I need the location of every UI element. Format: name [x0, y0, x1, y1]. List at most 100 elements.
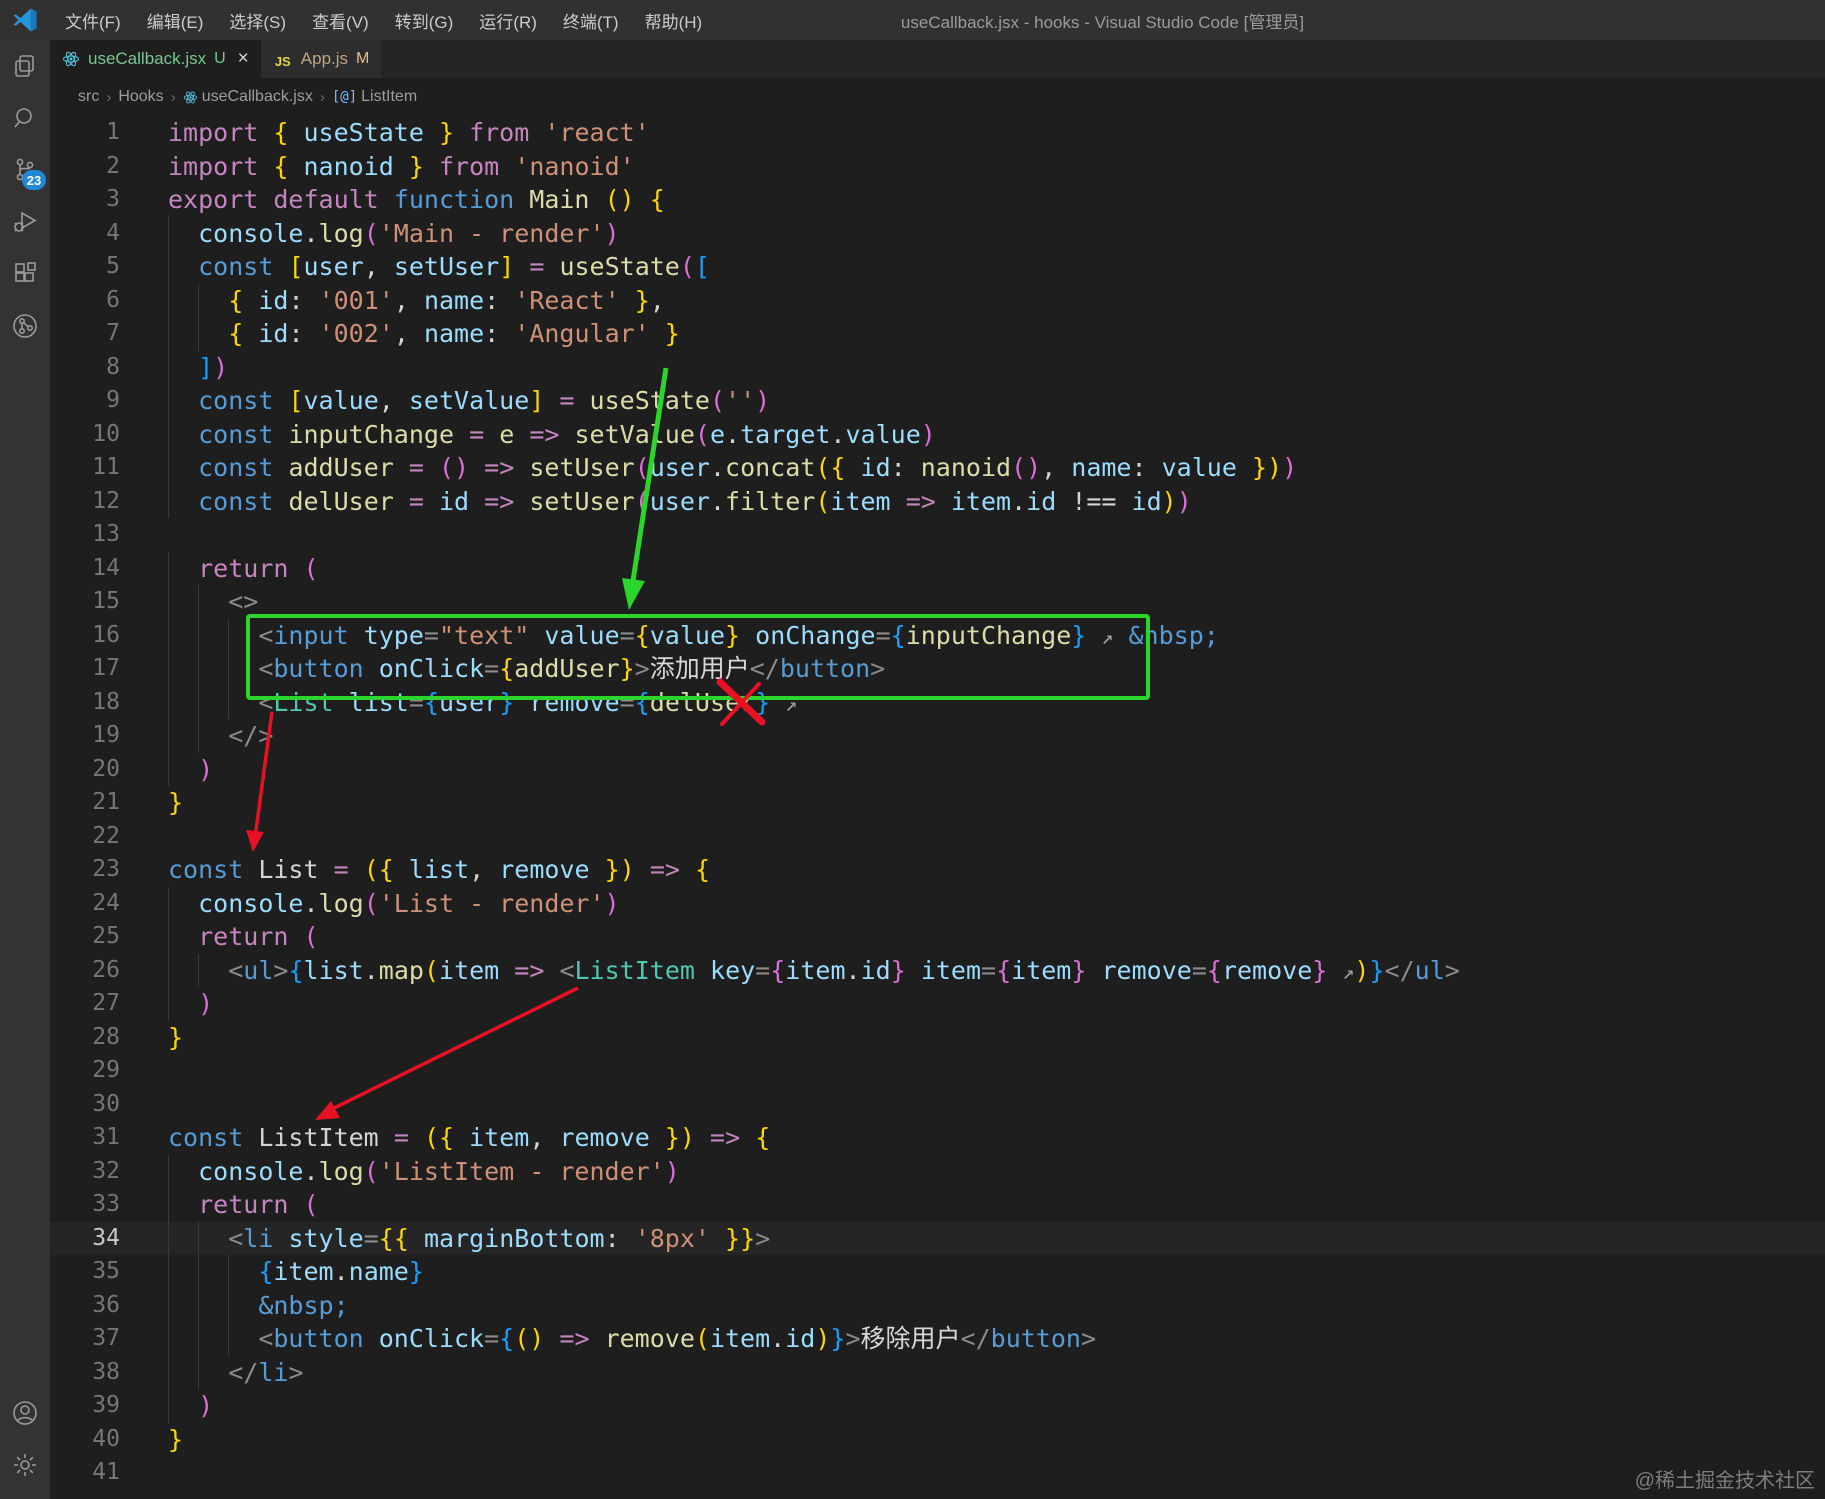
menu-item-2[interactable]: 选择(S)	[216, 0, 299, 40]
code-line-37[interactable]: 37 <button onClick={() => remove(item.id…	[50, 1322, 1825, 1356]
menu-item-1[interactable]: 编辑(E)	[134, 0, 217, 40]
code-line-23[interactable]: 23 const List = ({ list, remove }) => {	[50, 853, 1825, 887]
code-line-31[interactable]: 31 const ListItem = ({ item, remove }) =>…	[50, 1121, 1825, 1155]
line-number: 16	[92, 621, 120, 648]
code-line-5[interactable]: 5 const [user, setUser] = useState([	[50, 250, 1825, 284]
code-line-24[interactable]: 24 console.log('List - render')	[50, 886, 1825, 920]
account-icon[interactable]	[0, 1387, 50, 1439]
indent-guide	[168, 384, 169, 418]
code-text: <>	[168, 585, 1825, 619]
code-text: )	[168, 752, 1825, 786]
code-line-41[interactable]: 41	[50, 1456, 1825, 1490]
menu-item-0[interactable]: 文件(F)	[52, 0, 134, 40]
code-line-38[interactable]: 38 </li>	[50, 1355, 1825, 1389]
menu-item-3[interactable]: 查看(V)	[299, 0, 382, 40]
code-line-17[interactable]: 17 <button onClick={addUser}>添加用户</butto…	[50, 652, 1825, 686]
menu-item-5[interactable]: 运行(R)	[466, 0, 550, 40]
code-text: import { nanoid } from 'nanoid'	[168, 151, 635, 181]
code-line-27[interactable]: 27 )	[50, 987, 1825, 1021]
breadcrumb-item-file[interactable]: useCallback.jsx	[202, 88, 313, 106]
indent-guide	[168, 484, 169, 518]
run-debug-icon[interactable]	[0, 196, 50, 248]
search-icon[interactable]	[0, 92, 50, 144]
code-line-10[interactable]: 10 const inputChange = e => setValue(e.t…	[50, 417, 1825, 451]
code-line-29[interactable]: 29	[50, 1054, 1825, 1088]
chevron-right-icon: ›	[319, 88, 325, 106]
code-editor[interactable]: 1 import { useState } from 'react' 2 import…	[50, 116, 1825, 1499]
indent-guide	[228, 1255, 230, 1289]
indent-guide	[168, 317, 169, 351]
code-line-39[interactable]: 39 )	[50, 1389, 1825, 1423]
code-line-1[interactable]: 1 import { useState } from 'react'	[50, 116, 1825, 150]
line-number: 15	[92, 588, 120, 614]
indent-guide	[198, 585, 200, 619]
code-line-11[interactable]: 11 const addUser = () => setUser(user.co…	[50, 451, 1825, 485]
code-line-19[interactable]: 19 </>	[50, 719, 1825, 753]
code-line-22[interactable]: 22	[50, 820, 1825, 854]
line-number: 32	[92, 1157, 120, 1184]
indent-guide	[168, 652, 169, 686]
code-line-28[interactable]: 28}	[50, 1021, 1825, 1055]
code-line-18[interactable]: 18 <List list={user} remove={delUser} ↗	[50, 685, 1825, 719]
code-line-9[interactable]: 9 const [value, setValue] = useState('')	[50, 384, 1825, 418]
line-number: 14	[92, 554, 120, 581]
code-line-7[interactable]: 7 { id: '002', name: 'Angular' }	[50, 317, 1825, 351]
line-number: 8	[106, 353, 120, 380]
tab-usecallback[interactable]: useCallback.jsx U ×	[50, 40, 261, 78]
code-line-16[interactable]: 16 <input type="text" value={value} onCh…	[50, 618, 1825, 652]
code-line-21[interactable]: 21}	[50, 786, 1825, 820]
line-number: 17	[92, 655, 120, 681]
code-line-32[interactable]: 32 console.log('ListItem - render')	[50, 1154, 1825, 1188]
code-line-15[interactable]: 15 <>	[50, 585, 1825, 619]
code-line-40[interactable]: 40}	[50, 1423, 1825, 1457]
extensions-icon[interactable]	[0, 248, 50, 300]
indent-guide	[168, 1355, 169, 1389]
code-line-30[interactable]: 30	[50, 1088, 1825, 1122]
code-line-6[interactable]: 6 { id: '001', name: 'React' },	[50, 283, 1825, 317]
line-number: 6	[106, 286, 120, 313]
close-icon[interactable]: ×	[238, 48, 249, 70]
code-line-13[interactable]: 13	[50, 518, 1825, 552]
code-line-25[interactable]: 25 return (	[50, 920, 1825, 954]
line-number: 36	[92, 1291, 120, 1318]
code-text: return (	[168, 551, 1825, 585]
code-line-8[interactable]: 8 ])	[50, 350, 1825, 384]
code-line-14[interactable]: 14 return (	[50, 551, 1825, 585]
indent-guide	[228, 685, 230, 719]
indent-guide	[198, 1322, 200, 1356]
code-line-33[interactable]: 33 return (	[50, 1188, 1825, 1222]
code-line-20[interactable]: 20 )	[50, 752, 1825, 786]
code-text: </li>	[168, 1355, 1825, 1389]
menu-item-6[interactable]: 终端(T)	[550, 0, 632, 40]
indent-guide	[168, 987, 169, 1021]
code-text: <input type="text" value={value} onChang…	[168, 618, 1825, 652]
settings-gear-icon[interactable]	[0, 1439, 50, 1491]
code-line-4[interactable]: 4 console.log('Main - render')	[50, 216, 1825, 250]
breadcrumb: src › Hooks › useCallback.jsx › [@] List…	[50, 78, 1825, 116]
breadcrumb-item-hooks[interactable]: Hooks	[118, 88, 163, 106]
indent-guide	[198, 618, 200, 652]
code-text: <button onClick={addUser}>添加用户</button>	[168, 652, 1825, 686]
menu-item-7[interactable]: 帮助(H)	[632, 0, 716, 40]
line-number: 35	[92, 1258, 120, 1284]
line-number: 7	[106, 320, 120, 346]
code-line-36[interactable]: 36 &nbsp;	[50, 1288, 1825, 1322]
tab-appjs[interactable]: JS App.js M	[260, 40, 383, 78]
code-line-34[interactable]: 34 <li style={{ marginBottom: '8px' }}>	[50, 1221, 1825, 1255]
code-line-3[interactable]: 3 export default function Main () {	[50, 183, 1825, 217]
code-text: console.log('List - render')	[168, 886, 1825, 920]
menu-bar: 文件(F) 编辑(E) 选择(S) 查看(V) 转到(G) 运行(R) 终端(T) 帮助(H)	[52, 0, 715, 40]
git-graph-icon[interactable]	[0, 300, 50, 352]
indent-guide	[168, 216, 169, 250]
explorer-icon[interactable]	[0, 40, 50, 92]
code-text: const inputChange = e => setValue(e.targ…	[168, 417, 1825, 451]
source-control-icon[interactable]: 23	[0, 144, 50, 196]
breadcrumb-item-symbol[interactable]: ListItem	[361, 88, 417, 106]
menu-item-4[interactable]: 转到(G)	[382, 0, 467, 40]
breadcrumb-item-src[interactable]: src	[78, 88, 99, 106]
code-line-12[interactable]: 12 const delUser = id => setUser(user.fi…	[50, 484, 1825, 518]
code-line-35[interactable]: 35 {item.name}	[50, 1255, 1825, 1289]
code-line-26[interactable]: 26 <ul>{list.map(item => <ListItem key={…	[50, 953, 1825, 987]
code-line-2[interactable]: 2 import { nanoid } from 'nanoid'	[50, 150, 1825, 184]
